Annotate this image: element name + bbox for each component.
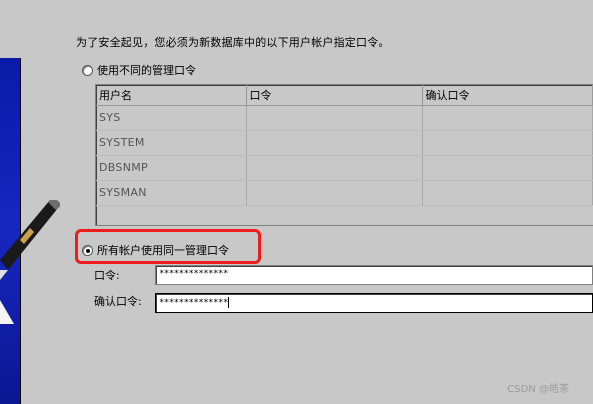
password-value: ************** [159, 269, 228, 279]
confirm-cell [422, 155, 593, 181]
username-cell: SYSMAN [96, 180, 247, 206]
column-header-confirm: 确认口令 [422, 85, 593, 106]
same-password-label: 所有帐户使用同一管理口令 [97, 244, 229, 257]
confirm-cell [422, 105, 593, 131]
password-label: 口令: [94, 269, 120, 282]
column-header-username: 用户名 [96, 85, 247, 106]
confirm-cell [422, 180, 593, 206]
different-passwords-label: 使用不同的管理口令 [97, 64, 196, 77]
text-caret [227, 297, 229, 308]
table-row: SYS [96, 105, 593, 131]
different-passwords-option[interactable]: 使用不同的管理口令 [82, 62, 196, 78]
radio-same[interactable] [82, 244, 93, 256]
radio-different[interactable] [82, 64, 93, 76]
password-input[interactable]: ************** [155, 265, 593, 285]
table-row: DBSNMP [96, 155, 593, 181]
password-cell [246, 180, 423, 206]
confirm-password-value: ************** [159, 298, 228, 308]
pen-icon [0, 200, 60, 324]
table-row: SYSMAN [96, 180, 593, 206]
username-cell: SYS [96, 105, 247, 131]
password-cell [246, 155, 423, 181]
username-cell: SYSTEM [96, 130, 247, 156]
watermark: CSDN @皓茶 [507, 384, 569, 395]
column-header-password: 口令 [246, 85, 423, 106]
confirm-password-input[interactable]: ************** [155, 293, 593, 313]
user-password-table: 用户名 口令 确认口令 SYS SYSTEM DBSNMP SYSMAN [95, 84, 593, 226]
password-cell [246, 130, 423, 156]
confirm-password-label: 确认口令: [94, 295, 142, 308]
password-cell [246, 105, 423, 131]
instruction-text: 为了安全起见，您必须为新数据库中的以下用户帐户指定口令。 [76, 36, 390, 49]
same-password-option[interactable]: 所有帐户使用同一管理口令 [82, 242, 229, 258]
table-row: SYSTEM [96, 130, 593, 156]
confirm-cell [422, 130, 593, 156]
username-cell: DBSNMP [96, 155, 247, 181]
